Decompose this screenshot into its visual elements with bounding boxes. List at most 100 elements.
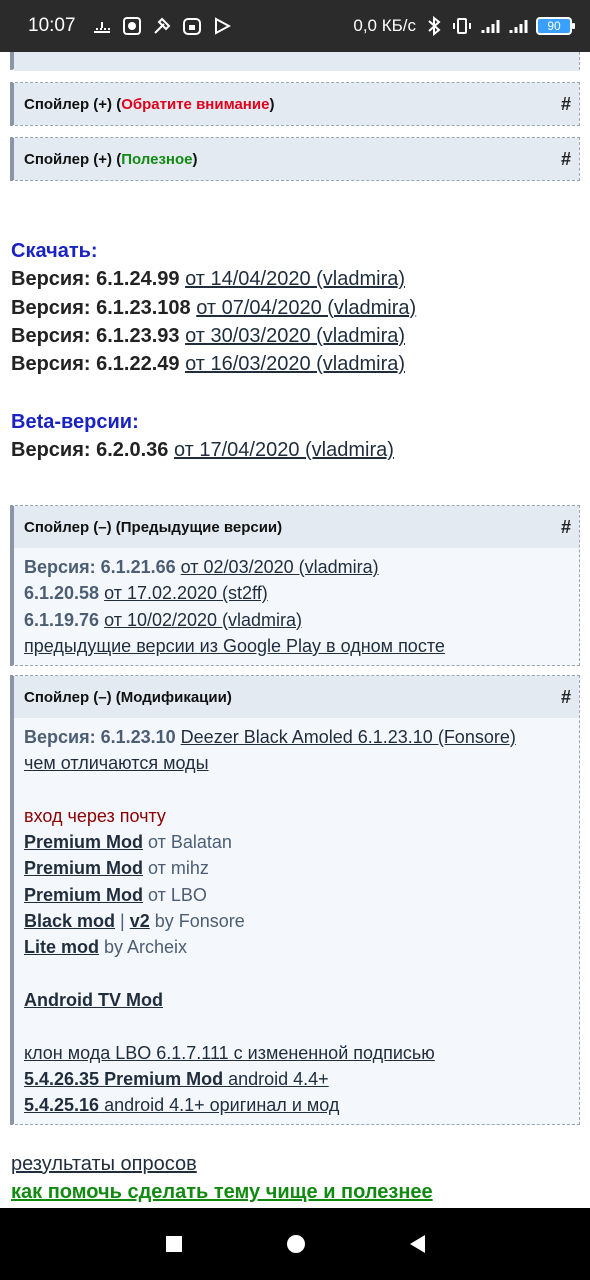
prev-link[interactable]: от 02/03/2020 (vladmira) [181, 557, 379, 577]
spoiler-anchor-link[interactable]: # [561, 517, 571, 538]
old-version-text[interactable]: android 4.1+ оригинал и мод [99, 1095, 339, 1115]
spoiler-attention-label: Обратите внимание [121, 95, 270, 113]
spoiler-useful-label: Полезное [121, 150, 193, 168]
mod-author: by Archeix [99, 937, 188, 958]
old-version-link[interactable]: 5.4.26.35 Premium Mod [24, 1069, 223, 1089]
play-store-icon [212, 16, 232, 36]
bluetooth-icon [424, 16, 444, 36]
download-link[interactable]: от 16/03/2020 (vladmira) [185, 353, 405, 375]
camera-icon [122, 16, 142, 36]
spoiler-anchor-link[interactable]: # [561, 94, 571, 115]
clone-mod-link[interactable]: клон мода LBO 6.1.7.111 с измененной под… [24, 1043, 435, 1063]
spoiler-mods-body: Версия: 6.1.23.10 Deezer Black Amoled 6.… [14, 718, 579, 1124]
mod-separator: | [115, 911, 130, 932]
spoiler-cut-off[interactable] [10, 52, 580, 71]
premium-mod-link[interactable]: Premium Mod [24, 832, 143, 852]
mod-author: от LBO [148, 884, 207, 905]
old-version-link[interactable]: 5.4.25.16 [24, 1095, 99, 1115]
download-version: Версия: 6.1.23.93 [11, 324, 180, 347]
status-right: 0,0 КБ/с 90 [353, 16, 575, 36]
prev-row: 6.1.19.76 от 10/02/2020 (vladmira) [24, 607, 569, 633]
old-version-text[interactable]: android 4.4+ [223, 1069, 329, 1089]
battery-level: 90 [547, 19, 561, 33]
spoiler-attention-prefix: Спойлер (+) ( [24, 95, 122, 113]
mod-author: от mihz [148, 858, 209, 879]
spoiler-mods-header[interactable]: Спойлер (–) (Модификации) # [14, 676, 579, 718]
speedometer-icon [92, 16, 112, 36]
spoiler-mods-title: Спойлер (–) (Модификации) [24, 688, 232, 706]
mi-home-icon [182, 16, 202, 36]
mods-version-row: Версия: 6.1.23.10 Deezer Black Amoled 6.… [24, 724, 569, 750]
old-row: 5.4.25.16 android 4.1+ оригинал и мод [24, 1092, 569, 1118]
prev-row: 6.1.20.58 от 17.02.2020 (st2ff) [24, 580, 569, 606]
download-section: Скачать: Версия: 6.1.24.99 от 14/04/2020… [11, 237, 416, 378]
spoiler-attention-header[interactable]: Спойлер (+) (Обратите внимание) # [14, 83, 579, 125]
prev-link[interactable]: от 10/02/2020 (vladmira) [104, 610, 302, 630]
black-mod-link[interactable]: Black mod [24, 911, 115, 931]
android-tv-mod-link[interactable]: Android TV Mod [24, 990, 163, 1010]
email-login-label: вход через почту [24, 805, 166, 826]
network-speed: 0,0 КБ/с [353, 16, 416, 35]
mod-author: от Balatan [148, 832, 232, 853]
prev-version: 6.1.20.58 [24, 583, 100, 604]
mods-diff-row: чем отличаются моды [24, 750, 569, 776]
google-play-link[interactable]: предыдущие версии из Google Play в одном… [24, 636, 445, 656]
download-link[interactable]: от 14/04/2020 (vladmira) [185, 268, 405, 290]
spoiler-cut-off-header[interactable] [14, 52, 579, 71]
download-item: Версия: 6.1.22.49 от 16/03/2020 (vladmir… [11, 350, 416, 378]
download-link[interactable]: от 07/04/2020 (vladmira) [196, 297, 416, 319]
spoiler-anchor-link[interactable]: # [561, 687, 571, 708]
help-link[interactable]: как помочь сделать тему чище и полезнее [11, 1181, 433, 1203]
tool-icon [152, 16, 172, 36]
mod-row: Premium Mod от Balatan [24, 829, 569, 855]
spoiler-previous-body: Версия: 6.1.21.66 от 02/03/2020 (vladmir… [14, 548, 579, 665]
status-bar: 10:07 0,0 КБ/с 90 [0, 0, 590, 52]
download-item: Версия: 6.1.23.93 от 30/03/2020 (vladmir… [11, 322, 416, 350]
download-link[interactable]: от 30/03/2020 (vladmira) [185, 325, 405, 347]
premium-mod-link[interactable]: Premium Mod [24, 885, 143, 905]
mods-version-link[interactable]: Deezer Black Amoled 6.1.23.10 (Fonsore) [181, 727, 516, 747]
spoiler-modifications[interactable]: Спойлер (–) (Модификации) # Версия: 6.1.… [10, 675, 580, 1126]
mods-version: Версия: 6.1.23.10 [24, 727, 176, 747]
tv-row: Android TV Mod [24, 987, 569, 1013]
download-heading: Скачать: [11, 240, 98, 262]
spoiler-previous-versions[interactable]: Спойлер (–) (Предыдущие версии) # Версия… [10, 505, 580, 667]
mod-row: Premium Mod от LBO [24, 882, 569, 908]
lite-mod-link[interactable]: Lite mod [24, 937, 99, 957]
home-button[interactable] [286, 1235, 305, 1253]
mods-diff-link[interactable]: чем отличаются моды [24, 753, 209, 773]
beta-link[interactable]: от 17/04/2020 (vladmira) [174, 439, 394, 461]
beta-item: Версия: 6.2.0.36 от 17/04/2020 (vladmira… [11, 436, 394, 464]
recents-button[interactable] [165, 1236, 182, 1252]
spoiler-useful-header[interactable]: Спойлер (+) (Полезное) # [14, 138, 579, 180]
spoiler-useful[interactable]: Спойлер (+) (Полезное) # [10, 137, 580, 181]
prev-link[interactable]: от 17.02.2020 (st2ff) [104, 583, 268, 603]
download-version: Версия: 6.1.23.108 [11, 296, 191, 319]
signal-icon [480, 16, 500, 36]
prev-version: 6.1.19.76 [24, 609, 100, 630]
spoiler-useful-suffix: ) [192, 150, 198, 168]
premium-mod-link[interactable]: Premium Mod [24, 858, 143, 878]
spoiler-attention[interactable]: Спойлер (+) (Обратите внимание) # [10, 82, 580, 126]
spoiler-previous-header[interactable]: Спойлер (–) (Предыдущие версии) # [14, 506, 579, 548]
spoiler-useful-title: Спойлер (+) (Полезное) [24, 151, 197, 168]
beta-section: Beta-версии: Версия: 6.2.0.36 от 17/04/2… [11, 408, 394, 465]
back-button[interactable] [409, 1235, 425, 1253]
download-item: Версия: 6.1.23.108 от 07/04/2020 (vladmi… [11, 294, 416, 322]
spoiler-anchor-link[interactable]: # [561, 149, 571, 170]
beta-heading: Beta-версии: [11, 411, 139, 433]
signal-2-icon [508, 16, 528, 36]
spoiler-attention-title: Спойлер (+) (Обратите внимание) [24, 96, 274, 113]
vibrate-icon [452, 16, 472, 36]
page-content: Спойлер (+) (Обратите внимание) # Спойле… [0, 52, 590, 1208]
prev-version: Версия: 6.1.21.66 [24, 557, 176, 577]
clock: 10:07 [28, 15, 76, 36]
download-version: Версия: 6.1.24.99 [11, 268, 180, 291]
polls-link[interactable]: результаты опросов [11, 1153, 197, 1175]
clone-row: клон мода LBO 6.1.7.111 с измененной под… [24, 1040, 569, 1066]
black-mod-v2-link[interactable]: v2 [130, 911, 150, 931]
mod-row: Black mod | v2 by Fonsore [24, 908, 569, 934]
